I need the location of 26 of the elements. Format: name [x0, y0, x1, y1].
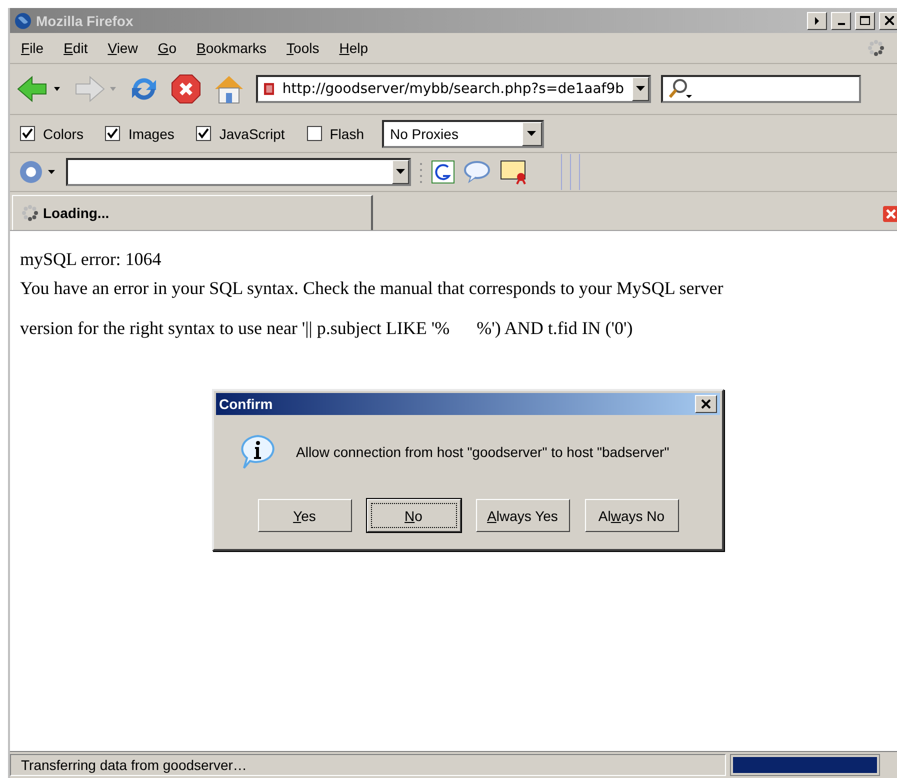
option-checkbox[interactable]: Flash [306, 126, 364, 142]
status-text: Transferring data from goodserver… [10, 754, 726, 776]
menu-item[interactable]: File [14, 40, 51, 56]
window-title: Mozilla Firefox [36, 12, 134, 28]
menu-item[interactable]: Help [332, 40, 376, 56]
option-checkbox[interactable]: Colors [20, 126, 84, 142]
proxy-select[interactable]: No Proxies [382, 120, 544, 148]
dialog-message: Allow connection from host "goodserver" to host "badserver" [296, 444, 670, 460]
error-text: You have an error in your SQL syntax. Check the manual that corresponds to your MySQL server [20, 277, 724, 300]
address-field[interactable]: http://goodserver/mybb/search.php?s=de1aaf9b [256, 75, 651, 103]
error-text: version for the right syntax to use near '|| p.subject LIKE '% %') AND t.fid IN ('0') [20, 317, 634, 340]
menu-item[interactable]: Tools [280, 40, 326, 56]
option-checkbox[interactable]: Images [105, 126, 174, 142]
error-text: mySQL error: 1064 [20, 248, 162, 271]
menu-item[interactable]: Edit [56, 40, 95, 56]
dialog-button[interactable]: Always Yes [476, 499, 570, 532]
dialog-button[interactable]: Yes [258, 499, 352, 532]
dialog-button[interactable]: No [366, 499, 460, 532]
url-text: http://goodserver/mybb/search.php?s=de1aaf9b [282, 81, 624, 97]
option-checkbox[interactable]: JavaScript [196, 126, 285, 142]
dialog-button[interactable]: Always No [584, 499, 678, 532]
dialog-title: Confirm [219, 396, 274, 412]
menu-item[interactable]: View [100, 40, 145, 56]
browser-tab[interactable]: Loading... [12, 195, 373, 230]
menu-item[interactable]: Bookmarks [190, 40, 274, 56]
menu-item[interactable]: Go [150, 40, 184, 56]
